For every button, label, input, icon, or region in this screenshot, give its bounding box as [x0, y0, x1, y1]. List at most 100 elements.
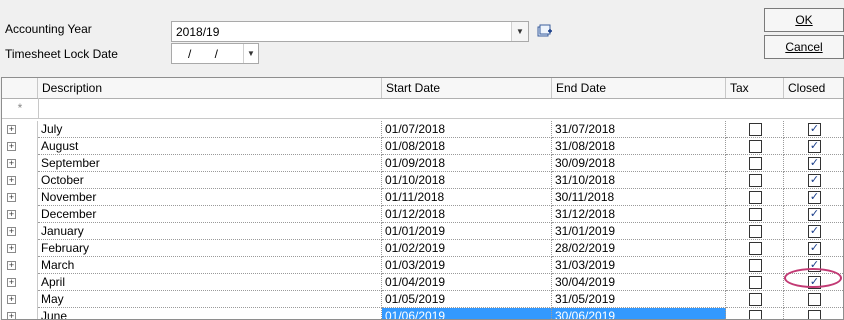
ok-button[interactable]: OK — [764, 8, 844, 32]
new-row[interactable]: * — [2, 98, 843, 119]
cell-start-date[interactable]: 01/02/2019 — [382, 240, 552, 257]
cell-description[interactable]: March — [38, 257, 382, 274]
table-row[interactable]: + November 01/11/2018 30/11/2018 ✓ — [2, 189, 843, 206]
cell-end-date[interactable]: 28/02/2019 — [552, 240, 726, 257]
cell-end-date[interactable]: 30/06/2019 — [552, 308, 726, 319]
row-header[interactable]: + — [2, 189, 38, 206]
table-row[interactable]: + March 01/03/2019 31/03/2019 ✓ — [2, 257, 843, 274]
table-row[interactable]: + October 01/10/2018 31/10/2018 ✓ — [2, 172, 843, 189]
column-header-end-date[interactable]: End Date — [552, 78, 726, 98]
row-header[interactable]: + — [2, 240, 38, 257]
tax-checkbox[interactable] — [749, 208, 762, 221]
row-header[interactable]: + — [2, 308, 38, 319]
cell-description[interactable]: June — [38, 308, 382, 319]
row-header[interactable]: + — [2, 206, 38, 223]
tax-checkbox[interactable] — [749, 225, 762, 238]
cell-description[interactable]: May — [38, 291, 382, 308]
chevron-down-icon[interactable]: ▼ — [511, 22, 528, 41]
row-header[interactable]: + — [2, 291, 38, 308]
expand-plus-icon[interactable]: + — [7, 261, 16, 270]
cell-end-date[interactable]: 31/08/2018 — [552, 138, 726, 155]
expand-plus-icon[interactable]: + — [7, 278, 16, 287]
cell-start-date[interactable]: 01/05/2019 — [382, 291, 552, 308]
cell-end-date[interactable]: 31/07/2018 — [552, 121, 726, 138]
closed-checkbox[interactable]: ✓ — [808, 123, 821, 136]
cell-start-date[interactable]: 01/06/2019 — [382, 308, 552, 319]
cell-start-date[interactable]: 01/12/2018 — [382, 206, 552, 223]
cell-description[interactable]: February — [38, 240, 382, 257]
table-row[interactable]: + June 01/06/2019 30/06/2019 — [2, 308, 843, 319]
closed-checkbox[interactable]: ✓ — [808, 140, 821, 153]
tax-checkbox[interactable] — [749, 242, 762, 255]
table-row[interactable]: + February 01/02/2019 28/02/2019 ✓ — [2, 240, 843, 257]
cell-description[interactable]: October — [38, 172, 382, 189]
expand-plus-icon[interactable]: + — [7, 176, 16, 185]
cell-end-date[interactable]: 31/05/2019 — [552, 291, 726, 308]
closed-checkbox[interactable]: ✓ — [808, 208, 821, 221]
cell-start-date[interactable]: 01/04/2019 — [382, 274, 552, 291]
row-header[interactable]: + — [2, 257, 38, 274]
column-header-closed[interactable]: Closed — [784, 78, 843, 98]
expand-plus-icon[interactable]: + — [7, 193, 16, 202]
expand-plus-icon[interactable]: + — [7, 125, 16, 134]
table-row[interactable]: + August 01/08/2018 31/08/2018 ✓ — [2, 138, 843, 155]
tax-checkbox[interactable] — [749, 191, 762, 204]
cell-description[interactable]: December — [38, 206, 382, 223]
row-header[interactable]: + — [2, 155, 38, 172]
closed-checkbox[interactable]: ✓ — [808, 157, 821, 170]
cell-start-date[interactable]: 01/11/2018 — [382, 189, 552, 206]
row-header[interactable]: + — [2, 138, 38, 155]
expand-plus-icon[interactable]: + — [7, 312, 16, 319]
cell-description[interactable]: April — [38, 274, 382, 291]
cell-description[interactable]: January — [38, 223, 382, 240]
table-row[interactable]: + April 01/04/2019 30/04/2019 ✓ — [2, 274, 843, 291]
cell-start-date[interactable]: 01/01/2019 — [382, 223, 552, 240]
closed-checkbox[interactable] — [808, 310, 821, 319]
row-header[interactable]: + — [2, 223, 38, 240]
cell-end-date[interactable]: 31/12/2018 — [552, 206, 726, 223]
tax-checkbox[interactable] — [749, 140, 762, 153]
column-header-description[interactable]: Description — [38, 78, 382, 98]
expand-plus-icon[interactable]: + — [7, 142, 16, 151]
expand-plus-icon[interactable]: + — [7, 210, 16, 219]
closed-checkbox[interactable]: ✓ — [808, 191, 821, 204]
cell-start-date[interactable]: 01/07/2018 — [382, 121, 552, 138]
tax-checkbox[interactable] — [749, 259, 762, 272]
cell-start-date[interactable]: 01/08/2018 — [382, 138, 552, 155]
closed-checkbox[interactable]: ✓ — [808, 225, 821, 238]
cell-description[interactable]: August — [38, 138, 382, 155]
row-header[interactable]: + — [2, 121, 38, 138]
cell-description[interactable]: September — [38, 155, 382, 172]
expand-plus-icon[interactable]: + — [7, 244, 16, 253]
table-row[interactable]: + May 01/05/2019 31/05/2019 — [2, 291, 843, 308]
column-header-start-date[interactable]: Start Date — [382, 78, 552, 98]
cell-description[interactable]: November — [38, 189, 382, 206]
tax-checkbox[interactable] — [749, 293, 762, 306]
tax-checkbox[interactable] — [749, 123, 762, 136]
cell-description[interactable]: July — [38, 121, 382, 138]
cancel-button[interactable]: Cancel — [764, 35, 844, 59]
table-row[interactable]: + September 01/09/2018 30/09/2018 ✓ — [2, 155, 843, 172]
table-row[interactable]: + December 01/12/2018 31/12/2018 ✓ — [2, 206, 843, 223]
cell-end-date[interactable]: 30/11/2018 — [552, 189, 726, 206]
closed-checkbox[interactable]: ✓ — [808, 174, 821, 187]
accounting-year-select[interactable]: 2018/19 ▼ — [171, 21, 529, 42]
timesheet-lock-date-picker[interactable]: / / ▼ — [171, 43, 259, 64]
tax-checkbox[interactable] — [749, 157, 762, 170]
tax-checkbox[interactable] — [749, 276, 762, 289]
row-header[interactable]: + — [2, 274, 38, 291]
cell-start-date[interactable]: 01/10/2018 — [382, 172, 552, 189]
cell-end-date[interactable]: 31/01/2019 — [552, 223, 726, 240]
tax-checkbox[interactable] — [749, 174, 762, 187]
chevron-down-icon[interactable]: ▼ — [243, 44, 258, 63]
column-header-tax[interactable]: Tax — [726, 78, 784, 98]
cell-start-date[interactable]: 01/03/2019 — [382, 257, 552, 274]
cell-end-date[interactable]: 31/03/2019 — [552, 257, 726, 274]
cell-start-date[interactable]: 01/09/2018 — [382, 155, 552, 172]
closed-checkbox[interactable]: ✓ — [808, 242, 821, 255]
row-header[interactable]: + — [2, 172, 38, 189]
tax-checkbox[interactable] — [749, 310, 762, 319]
cell-end-date[interactable]: 30/04/2019 — [552, 274, 726, 291]
expand-plus-icon[interactable]: + — [7, 295, 16, 304]
table-row[interactable]: + January 01/01/2019 31/01/2019 ✓ — [2, 223, 843, 240]
